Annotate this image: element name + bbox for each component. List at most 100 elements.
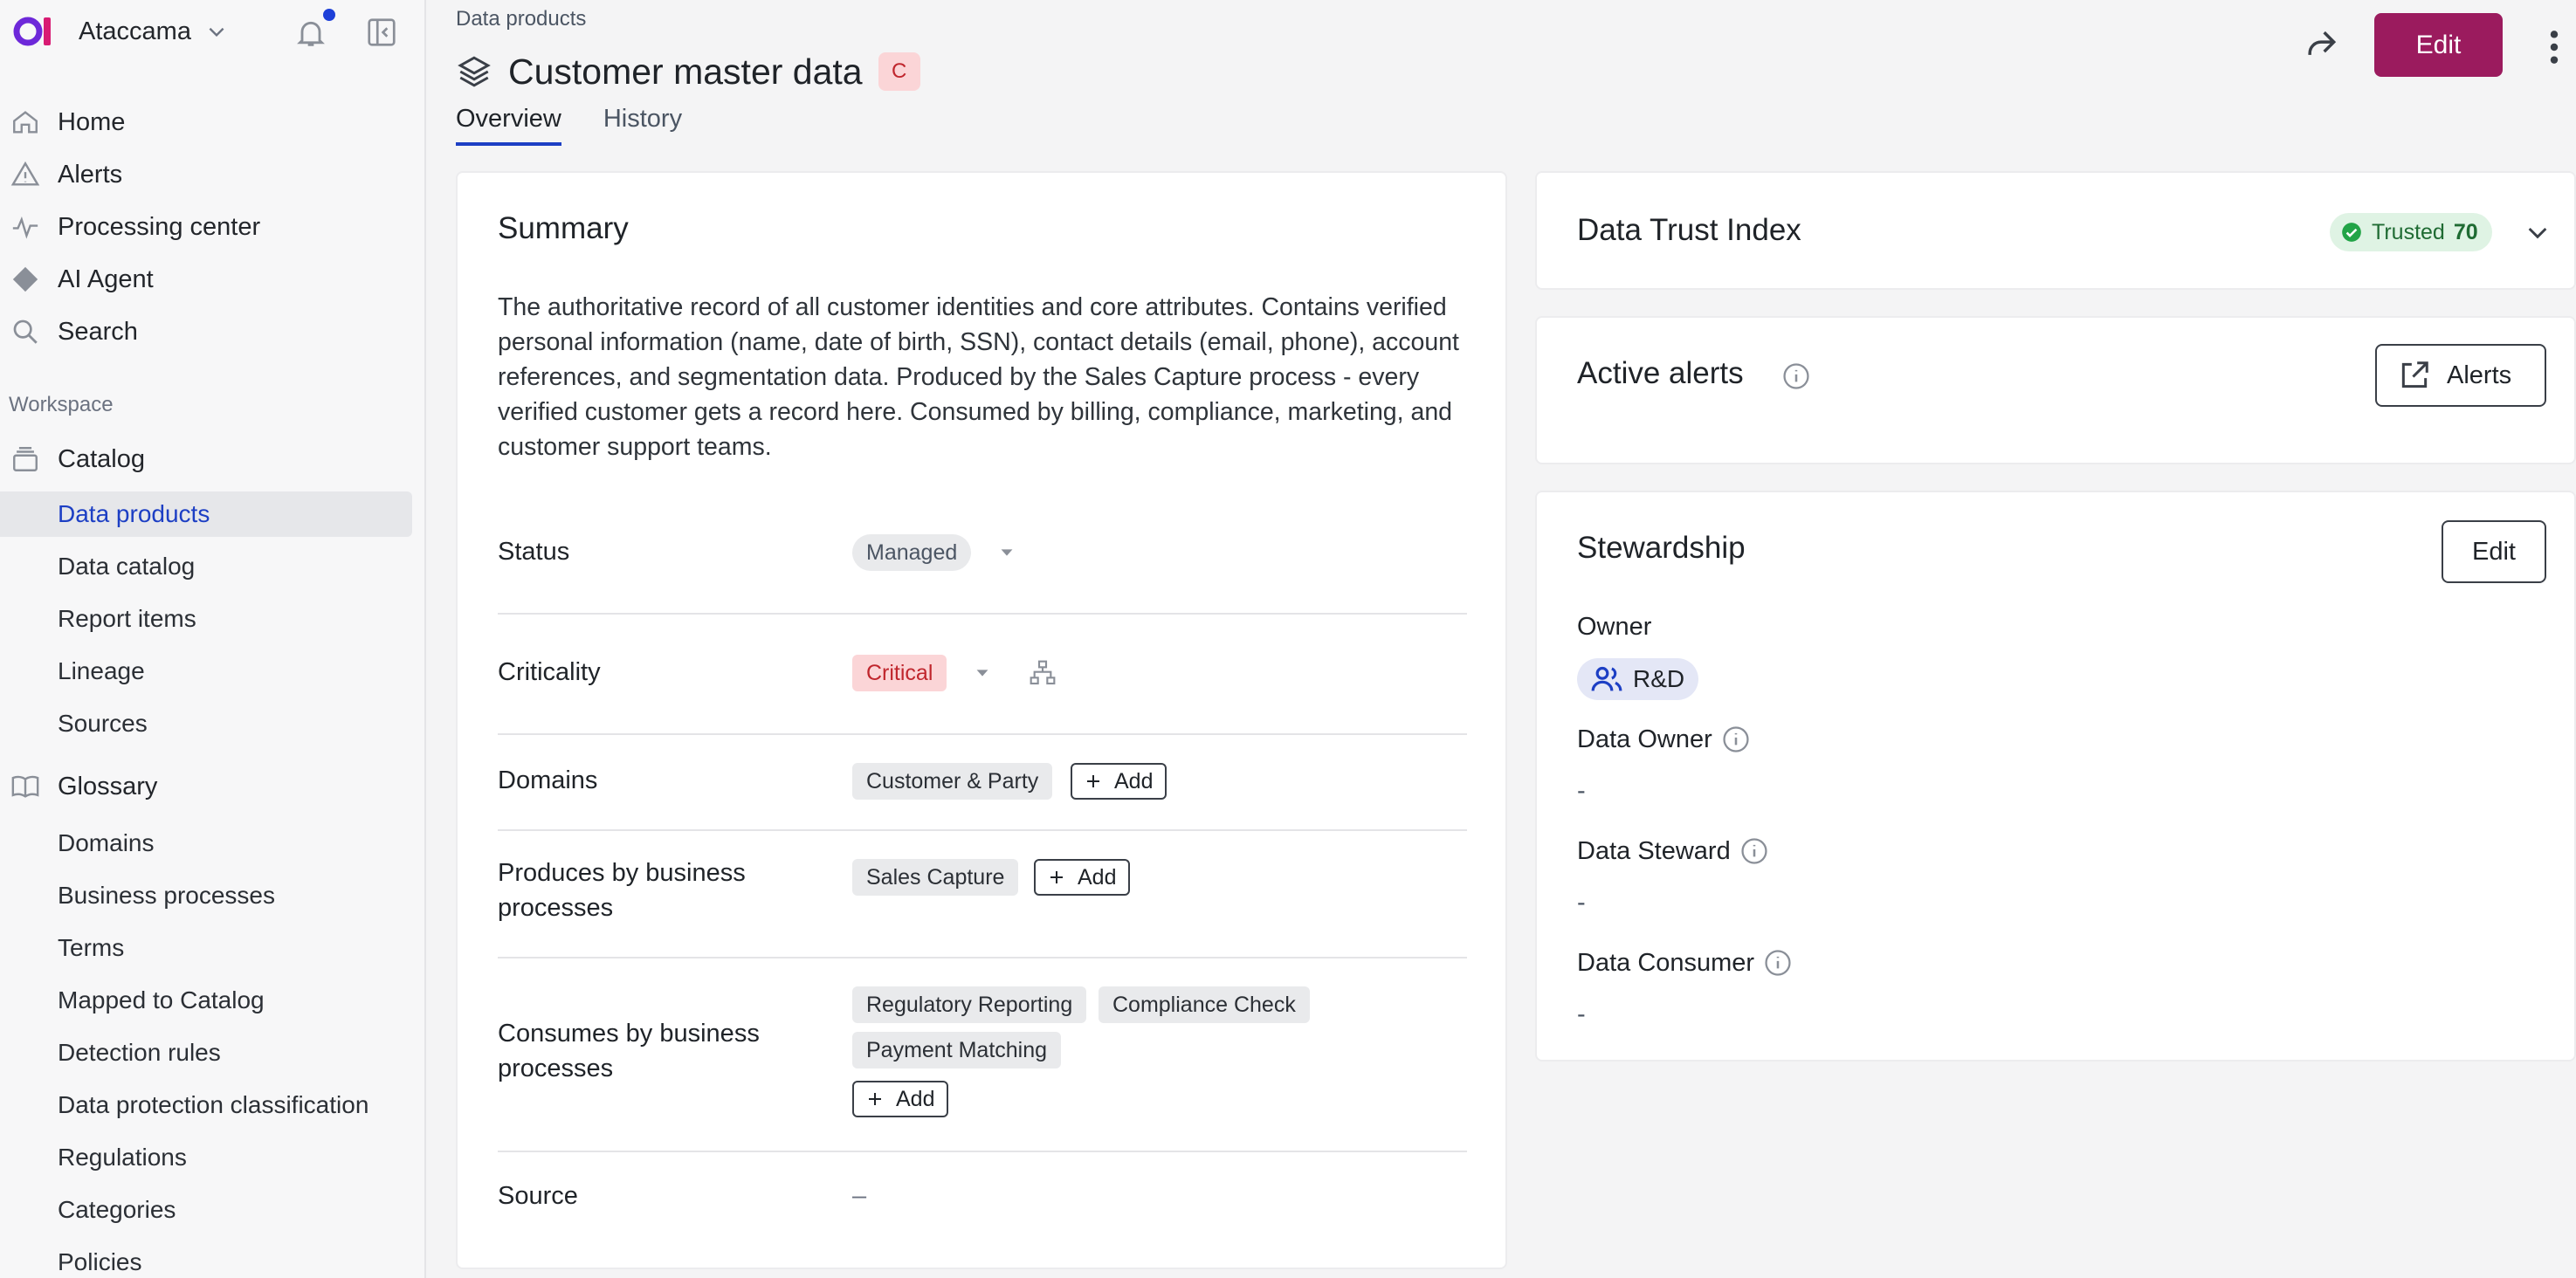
source-label: Source [498, 1182, 578, 1210]
add-consumes-label: Add [896, 1086, 935, 1111]
criticality-badge: C [878, 52, 920, 91]
workspace-section-label: Workspace [9, 393, 114, 416]
owner-label-text: Owner [1577, 613, 1652, 641]
owner-chip[interactable]: R&D [1577, 658, 1699, 700]
nav-ai-agent-label: AI Agent [58, 265, 154, 293]
add-consumes-button[interactable]: Add [852, 1081, 949, 1117]
status-dropdown-icon[interactable] [997, 543, 1016, 562]
info-icon[interactable] [1721, 725, 1751, 754]
nav-data-products[interactable]: Data products [0, 491, 412, 537]
nav-business-processes[interactable]: Business processes [0, 873, 412, 918]
collapse-sidebar-icon[interactable] [365, 16, 398, 49]
consumes-process-tag[interactable]: Regulatory Reporting [852, 986, 1087, 1023]
nav-home[interactable]: Home [0, 100, 412, 145]
nav-lineage[interactable]: Lineage [0, 649, 412, 694]
info-icon[interactable] [1781, 361, 1811, 391]
chevron-down-icon [209, 27, 224, 38]
divider [498, 613, 1467, 615]
hierarchy-icon[interactable] [1029, 659, 1057, 687]
nav-search[interactable]: Search [0, 309, 412, 354]
users-icon [1591, 666, 1622, 691]
data-consumer-value: - [1577, 1000, 1586, 1028]
trusted-badge-label: Trusted [2372, 219, 2445, 244]
status-value-pill[interactable]: Managed [852, 534, 972, 571]
alerts-button[interactable]: Alerts [2375, 344, 2546, 407]
nav-terms[interactable]: Terms [0, 925, 412, 971]
nav-data-protection-classification[interactable]: Data protection classification [0, 1082, 412, 1128]
add-produces-label: Add [1078, 864, 1117, 890]
stewardship-edit-button[interactable]: Edit [2442, 520, 2546, 583]
nav-alerts[interactable]: Alerts [0, 152, 412, 197]
plus-icon [1050, 871, 1063, 883]
criticality-dropdown-icon[interactable] [973, 663, 992, 683]
breadcrumb[interactable]: Data products [456, 7, 586, 31]
workspace-name: Ataccama [79, 17, 191, 45]
notifications-bell-icon[interactable] [293, 16, 328, 51]
data-owner-label-text: Data Owner [1577, 725, 1712, 753]
edit-button[interactable]: Edit [2374, 13, 2503, 77]
sidebar: Ataccama Home Alerts Processing center A… [0, 0, 426, 1278]
status-label: Status [498, 538, 570, 566]
nav-sources[interactable]: Sources [0, 701, 412, 746]
plus-icon [1087, 775, 1099, 787]
summary-card: Summary The authoritative record of all … [456, 171, 1507, 1269]
nav-glossary[interactable]: Glossary [0, 764, 412, 809]
nav-regulations[interactable]: Regulations [0, 1135, 412, 1180]
plus-icon [869, 1093, 881, 1105]
nav-mapped-to-catalog[interactable]: Mapped to Catalog [0, 978, 412, 1023]
workspace-switcher[interactable]: Ataccama [12, 12, 228, 51]
add-domain-label: Add [1114, 768, 1154, 794]
nav-processing-center[interactable]: Processing center [0, 204, 412, 250]
trusted-badge: Trusted 70 [2330, 213, 2492, 251]
notification-dot [323, 9, 335, 21]
book-icon [11, 775, 39, 798]
data-owner-label: Data Owner [1577, 725, 1751, 754]
consumes-process-tag[interactable]: Payment Matching [852, 1032, 1062, 1068]
activity-icon [12, 216, 38, 239]
owner-name: R&D [1633, 665, 1685, 692]
nav-detection-rules[interactable]: Detection rules [0, 1030, 412, 1075]
info-icon[interactable] [1763, 948, 1793, 978]
warning-icon [10, 161, 40, 186]
stewardship-card: Stewardship Edit Owner R&D Data Owner - … [1535, 491, 2576, 1062]
data-steward-label-text: Data Steward [1577, 836, 1731, 865]
share-icon[interactable] [2302, 24, 2340, 63]
chevron-down-icon[interactable] [2524, 218, 2552, 246]
trust-score: 70 [2453, 219, 2478, 244]
produces-process-tag[interactable]: Sales Capture [852, 859, 1019, 896]
more-options-icon[interactable] [2543, 28, 2566, 66]
criticality-value-pill[interactable]: Critical [852, 655, 947, 691]
info-icon[interactable] [1739, 836, 1769, 866]
source-value: – [852, 1182, 867, 1210]
tab-history[interactable]: History [603, 105, 682, 146]
divider [498, 733, 1467, 735]
data-trust-index-card[interactable]: Data Trust Index Trusted 70 [1535, 171, 2576, 290]
nav-policies[interactable]: Policies [0, 1240, 412, 1278]
add-produces-button[interactable]: Add [1034, 859, 1131, 896]
nav-home-label: Home [58, 107, 126, 136]
data-trust-index-title: Data Trust Index [1577, 213, 1801, 247]
criticality-label: Criticality [498, 658, 601, 686]
summary-title: Summary [498, 211, 629, 245]
divider [498, 1151, 1467, 1152]
active-alerts-title: Active alerts [1577, 356, 1744, 390]
nav-domains[interactable]: Domains [0, 821, 412, 866]
add-domain-button[interactable]: Add [1071, 763, 1167, 800]
catalog-icon [13, 447, 38, 471]
nav-report-items[interactable]: Report items [0, 596, 412, 642]
nav-data-catalog[interactable]: Data catalog [0, 544, 412, 589]
external-link-icon [2401, 361, 2428, 388]
consumes-process-tag[interactable]: Compliance Check [1099, 986, 1310, 1023]
nav-glossary-label: Glossary [58, 772, 158, 800]
tab-overview[interactable]: Overview [456, 105, 561, 146]
nav-categories[interactable]: Categories [0, 1187, 412, 1233]
nav-ai-agent[interactable]: AI Agent [0, 257, 412, 302]
ataccama-logo-icon [13, 17, 51, 46]
data-steward-label: Data Steward [1577, 836, 1769, 866]
data-consumer-label-text: Data Consumer [1577, 948, 1755, 977]
check-circle-icon [2342, 223, 2361, 242]
divider [498, 957, 1467, 958]
nav-catalog[interactable]: Catalog [0, 436, 412, 482]
data-steward-value: - [1577, 889, 1586, 917]
domain-tag[interactable]: Customer & Party [852, 763, 1053, 800]
